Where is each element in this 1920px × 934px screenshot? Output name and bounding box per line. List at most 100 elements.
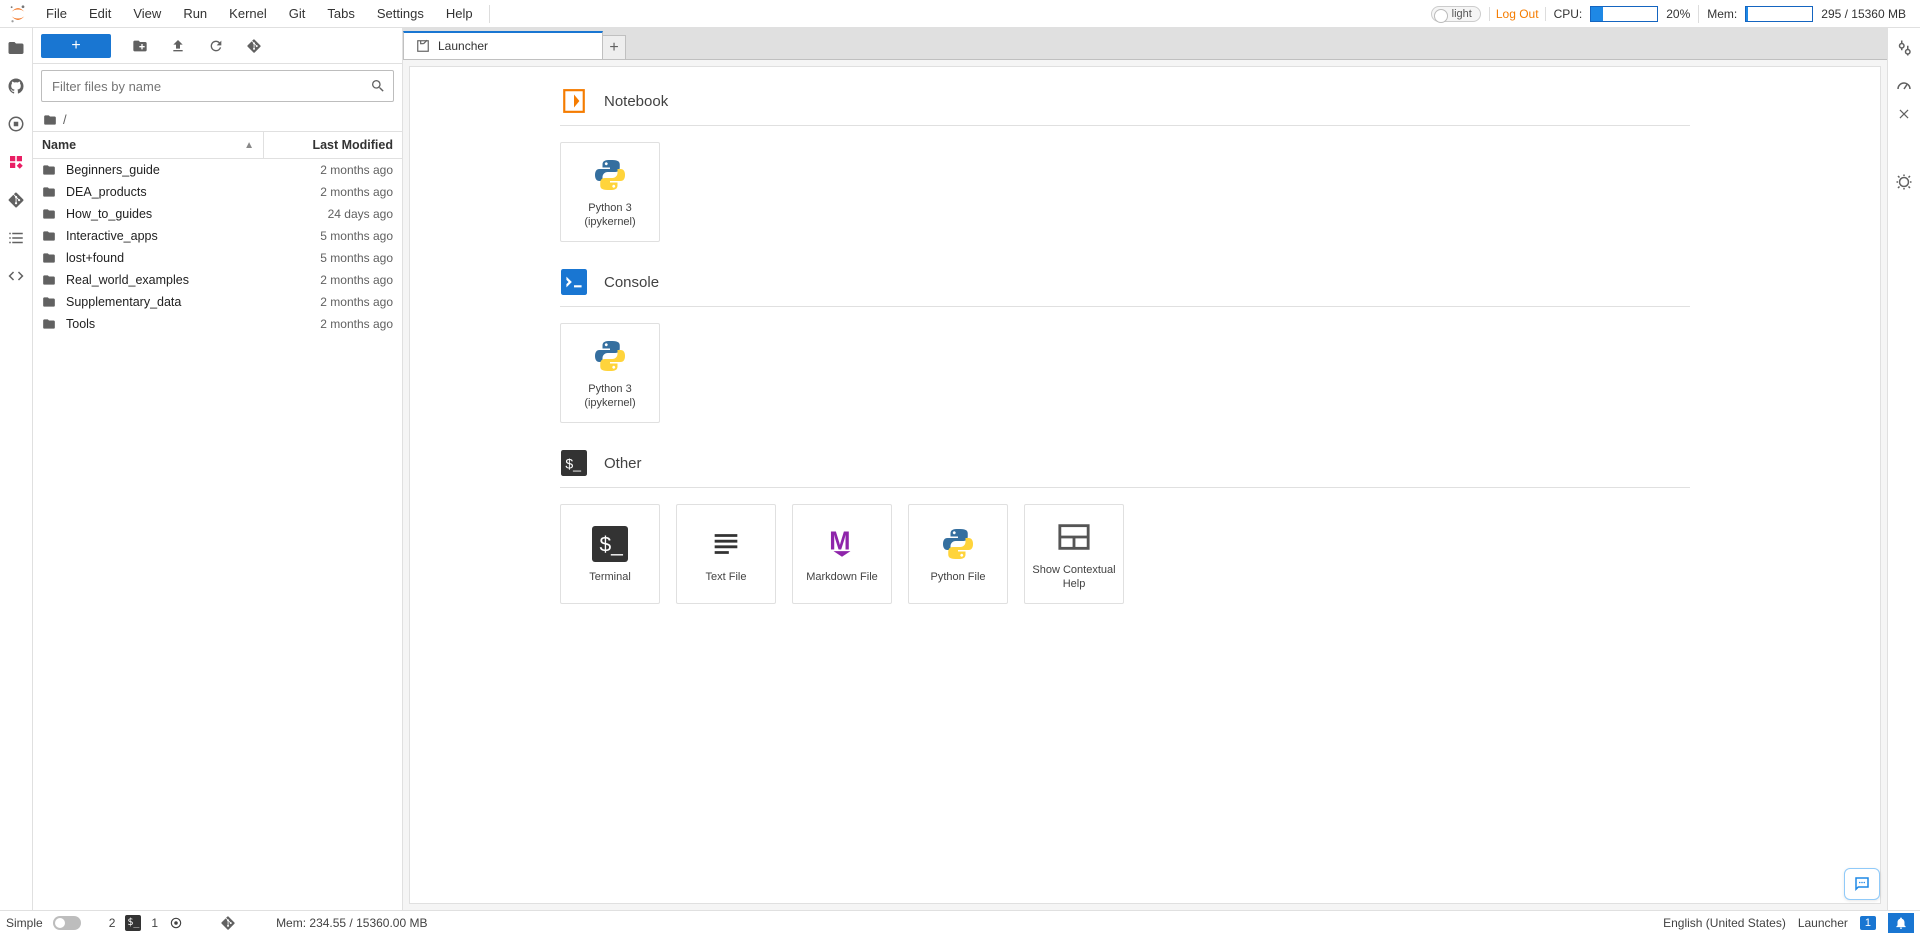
python-icon [592,155,628,195]
card-contextual-help[interactable]: Show Contextual Help [1024,504,1124,604]
section-other: Other Terminal Text File Markdown File [560,449,1690,604]
filter-wrap [33,64,402,108]
running-icon[interactable] [6,114,26,134]
theme-toggle[interactable]: light [1431,6,1481,22]
file-modified: 2 months ago [263,317,393,331]
dask-gauge-icon[interactable] [1894,76,1914,96]
property-inspector-icon[interactable] [1894,38,1914,58]
breadcrumb[interactable]: / [33,108,402,131]
file-name: Tools [66,317,263,331]
folder-icon [42,295,60,309]
status-git-icon[interactable] [220,915,236,931]
file-modified: 24 days ago [263,207,393,221]
folder-icon[interactable] [6,38,26,58]
file-list-header: Name▲ Last Modified [33,131,402,159]
file-row[interactable]: lost+found5 months ago [33,247,402,269]
git-icon[interactable] [6,190,26,210]
mem-label: Mem: [1707,7,1737,21]
new-folder-icon[interactable] [131,38,149,54]
tab-launcher[interactable]: Launcher [403,31,603,59]
filter-input[interactable] [41,70,394,102]
menubar: FileEditViewRunKernelGitTabsSettingsHelp… [0,0,1920,28]
close-panel-icon[interactable] [1894,104,1914,124]
menu-kernel[interactable]: Kernel [219,2,277,25]
status-kernel-icon[interactable] [168,915,184,931]
file-row[interactable]: Real_world_examples2 months ago [33,269,402,291]
cpu-bar [1590,6,1658,22]
folder-icon [42,163,60,177]
refresh-icon[interactable] [207,38,225,54]
file-row[interactable]: Tools2 months ago [33,313,402,335]
status-count-a: 2 [109,916,116,930]
status-terminal-icon[interactable]: $_ [125,915,141,931]
contextual-help-icon [1057,517,1091,557]
python-icon [592,336,628,376]
col-modified[interactable]: Last Modified [264,132,402,158]
toc-icon[interactable] [6,228,26,248]
breadcrumb-root[interactable]: / [63,112,67,127]
console-section-icon [560,268,588,296]
section-notebook: Notebook Python 3 (ipykernel) [560,87,1690,242]
add-tab-button[interactable]: + [602,35,626,59]
launcher-tab-icon [416,39,430,53]
textfile-icon [709,524,743,564]
bell-icon[interactable] [1888,913,1914,933]
file-row[interactable]: How_to_guides24 days ago [33,203,402,225]
file-modified: 2 months ago [263,295,393,309]
file-modified: 5 months ago [263,251,393,265]
feedback-button[interactable] [1844,868,1880,900]
activity-bar-right [1887,28,1920,910]
file-browser-sidebar: + / Name▲ Last Modified Beginners_guide2… [33,28,403,910]
terminal-icon [592,524,628,564]
file-name: lost+found [66,251,263,265]
mem-text: 295 / 15360 MB [1821,7,1906,21]
card-console-python3[interactable]: Python 3 (ipykernel) [560,323,660,423]
section-title-notebook: Notebook [604,93,668,110]
jupyter-logo-icon [8,4,28,24]
file-row[interactable]: Beginners_guide2 months ago [33,159,402,181]
menu-git[interactable]: Git [279,2,316,25]
card-markdown[interactable]: Markdown File [792,504,892,604]
file-modified: 2 months ago [263,273,393,287]
folder-icon [42,251,60,265]
file-row[interactable]: DEA_products2 months ago [33,181,402,203]
card-pythonfile[interactable]: Python File [908,504,1008,604]
logout-link[interactable]: Log Out [1489,7,1546,21]
menu-file[interactable]: File [36,2,77,25]
simple-toggle[interactable] [53,916,81,930]
menu-list: FileEditViewRunKernelGitTabsSettingsHelp [36,2,483,25]
extensions-icon[interactable] [6,152,26,172]
folder-icon [42,273,60,287]
file-row[interactable]: Interactive_apps5 months ago [33,225,402,247]
status-count-b: 1 [151,916,158,930]
menu-run[interactable]: Run [173,2,217,25]
upload-icon[interactable] [169,38,187,54]
status-language[interactable]: English (United States) [1663,916,1786,930]
menu-view[interactable]: View [123,2,171,25]
file-name: DEA_products [66,185,263,199]
section-console: Console Python 3 (ipykernel) [560,268,1690,423]
notification-count[interactable]: 1 [1860,916,1876,930]
card-terminal[interactable]: Terminal [560,504,660,604]
menu-settings[interactable]: Settings [367,2,434,25]
notebook-section-icon [560,87,588,115]
simple-label: Simple [6,916,43,930]
menu-edit[interactable]: Edit [79,2,121,25]
main-area: Launcher + Notebook Python 3 (ipykernel) [403,28,1887,910]
new-launcher-button[interactable]: + [41,34,111,58]
status-mem: Mem: 234.55 / 15360.00 MB [276,916,427,930]
github-icon[interactable] [6,76,26,96]
folder-icon [42,229,60,243]
debugger-icon[interactable] [1894,172,1914,192]
card-textfile[interactable]: Text File [676,504,776,604]
file-row[interactable]: Supplementary_data2 months ago [33,291,402,313]
menu-help[interactable]: Help [436,2,483,25]
file-name: Real_world_examples [66,273,263,287]
col-name[interactable]: Name▲ [33,132,264,158]
menu-tabs[interactable]: Tabs [317,2,364,25]
card-notebook-python3[interactable]: Python 3 (ipykernel) [560,142,660,242]
git-sidebar-icon[interactable] [245,38,263,54]
sort-caret-icon: ▲ [244,140,254,151]
folder-icon [42,207,60,221]
code-icon[interactable] [6,266,26,286]
